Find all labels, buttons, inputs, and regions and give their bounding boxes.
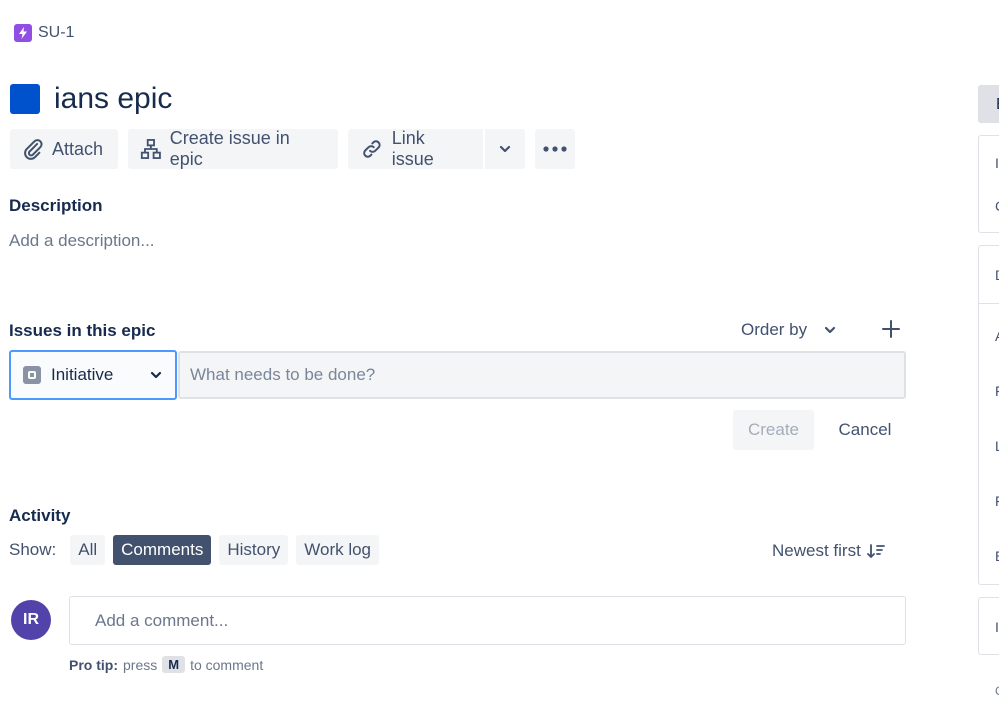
lightning-icon <box>14 24 32 42</box>
issue-type-value: Initiative <box>51 365 114 384</box>
activity-filter-row: Show: All Comments History Work log <box>9 535 380 565</box>
filter-work-log[interactable]: Work log <box>296 535 380 565</box>
activity-heading: Activity <box>9 506 71 525</box>
link-issue-label: Link issue <box>391 128 434 169</box>
sidebar-panel <box>978 135 999 233</box>
order-by-button[interactable]: Order by <box>741 320 837 340</box>
add-icon[interactable] <box>880 318 902 340</box>
breadcrumb-issue-key[interactable]: SU-1 <box>38 24 74 42</box>
comment-input[interactable] <box>69 596 906 645</box>
show-label: Show: <box>9 540 57 559</box>
attach-button[interactable]: Attach <box>10 129 118 169</box>
initiative-icon <box>23 366 41 384</box>
issue-type-select[interactable]: Initiative <box>9 350 177 400</box>
sidebar-fragment-text: D <box>995 267 999 283</box>
attach-label: Attach <box>52 138 104 159</box>
details-divider <box>978 303 999 304</box>
sidebar-fragment-text: C <box>995 198 999 214</box>
issue-summary-input[interactable] <box>178 351 906 399</box>
sort-order-button[interactable]: Newest first <box>772 541 885 561</box>
sidebar-fragment-text: E <box>995 548 999 564</box>
pro-tip-suffix: to comment <box>190 656 264 673</box>
link-icon <box>363 140 381 158</box>
sort-descending-icon <box>866 544 885 558</box>
sidebar-fragment-text: F <box>995 493 999 509</box>
more-icon <box>543 146 567 152</box>
sidebar-fragment-text: L <box>995 438 999 454</box>
sidebar-fragment-text: I <box>995 155 999 171</box>
pro-tip: Pro tip: press M to comment <box>69 656 263 673</box>
breadcrumb: SU-1 <box>14 24 74 42</box>
description-editor[interactable]: Add a description... <box>9 231 155 251</box>
cancel-button[interactable]: Cancel <box>826 410 904 450</box>
description-heading: Description <box>9 196 103 215</box>
chevron-down-icon <box>150 371 162 379</box>
paperclip-icon <box>24 139 43 160</box>
details-panel <box>978 245 999 585</box>
filter-history[interactable]: History <box>219 535 289 565</box>
sort-order-label: Newest first <box>772 541 861 560</box>
more-actions-button[interactable] <box>535 129 575 169</box>
sidebar-fragment-text: I <box>995 619 999 635</box>
title-row: ians epic <box>10 82 172 116</box>
link-issue-button[interactable]: Link issue <box>348 128 483 169</box>
sidebar-fragment-text: F <box>995 383 999 399</box>
create-issue-in-epic-button[interactable]: Create issue in epic <box>128 128 338 169</box>
chevron-down-icon <box>825 326 836 334</box>
link-issue-dropdown-button[interactable] <box>485 129 525 169</box>
filter-all[interactable]: All <box>70 535 106 565</box>
create-button[interactable]: Create <box>733 410 814 450</box>
pro-tip-press: press <box>123 656 158 673</box>
avatar: IR <box>11 600 51 640</box>
issues-in-epic-heading: Issues in this epic <box>9 321 156 340</box>
page-title[interactable]: ians epic <box>54 82 172 116</box>
pro-tip-key: M <box>162 656 186 673</box>
pro-tip-label: Pro tip: <box>69 656 118 673</box>
filter-comments[interactable]: Comments <box>113 535 212 565</box>
hierarchy-icon <box>140 139 161 159</box>
chevron-down-icon <box>499 145 511 153</box>
epic-icon <box>10 84 40 114</box>
sidebar-fragment-text: A <box>995 328 999 344</box>
sidebar-fragment-text: C <box>995 684 999 698</box>
create-issue-in-epic-label: Create issue in epic <box>169 128 290 169</box>
order-by-label: Order by <box>741 320 808 339</box>
